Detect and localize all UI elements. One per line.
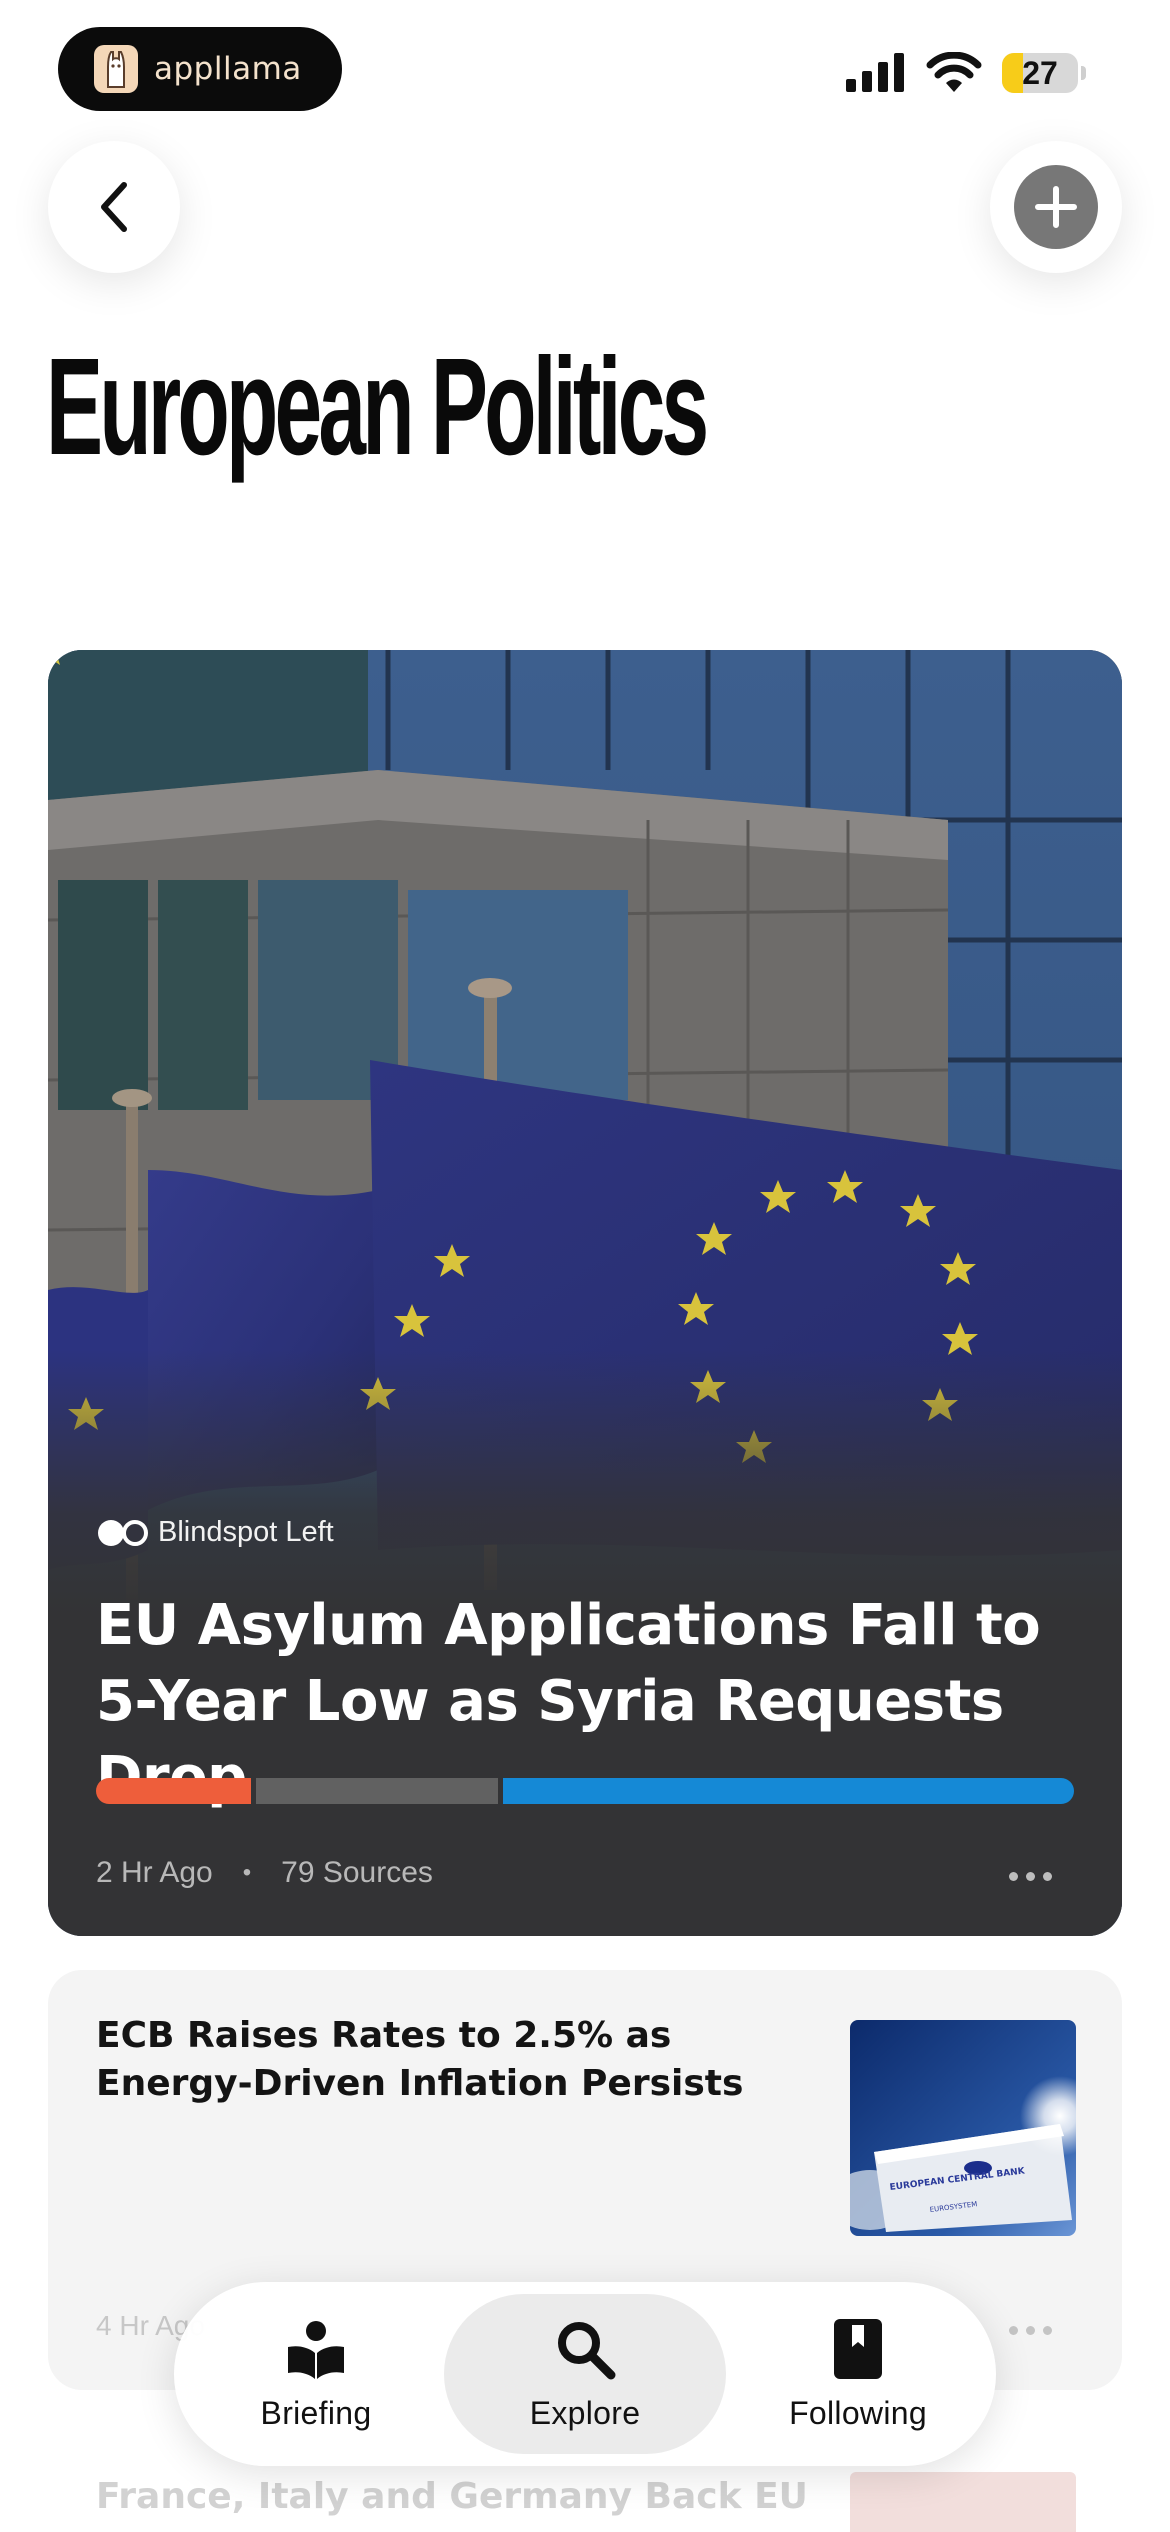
cellular-signal-icon — [846, 53, 904, 92]
story-headline[interactable]: ECB Raises Rates to 2.5% as Energy-Drive… — [96, 2012, 786, 2108]
bottom-tab-bar: Briefing Explore Following — [174, 2282, 996, 2466]
bias-distribution-bar — [96, 1778, 1074, 1804]
plus-icon — [1014, 165, 1098, 249]
tab-briefing[interactable]: Briefing — [200, 2294, 432, 2454]
add-topic-button[interactable] — [990, 141, 1122, 273]
more-horizontal-icon[interactable] — [1009, 1872, 1052, 1881]
wifi-icon — [926, 52, 982, 92]
hero-meta: 2 Hr Ago • 79 Sources — [96, 1856, 433, 1890]
more-horizontal-icon[interactable] — [1009, 2326, 1052, 2335]
app-brand-pill: appllama — [58, 27, 342, 111]
blindspot-tag[interactable]: Blindspot Left — [96, 1516, 334, 1549]
search-icon — [558, 2321, 616, 2379]
next-story-headline[interactable]: France, Italy and Germany Back EU — [96, 2476, 808, 2517]
status-indicators: 27 — [846, 52, 1086, 94]
bias-center-segment — [256, 1778, 498, 1804]
hero-sources[interactable]: 79 Sources — [281, 1856, 433, 1890]
next-story-thumbnail — [850, 2472, 1076, 2532]
page: appllama 27 European Politics Blindspot … — [0, 0, 1170, 2532]
blindspot-icon — [98, 1519, 148, 1546]
hero-story-card[interactable]: Blindspot Left EU Asylum Applications Fa… — [48, 650, 1122, 1936]
app-name: appllama — [154, 51, 302, 87]
bias-left-segment — [96, 1778, 251, 1804]
bias-right-segment — [503, 1778, 1074, 1804]
page-title: European Politics — [46, 330, 709, 484]
tab-following[interactable]: Following — [742, 2294, 974, 2454]
tab-label: Following — [789, 2394, 927, 2431]
chevron-left-icon — [101, 182, 127, 232]
blindspot-label: Blindspot Left — [158, 1516, 334, 1548]
battery-fill — [1002, 53, 1023, 93]
tab-explore[interactable]: Explore — [444, 2294, 726, 2454]
tab-label: Briefing — [260, 2394, 372, 2431]
llama-logo-icon — [94, 45, 138, 93]
battery-indicator: 27 — [1002, 53, 1078, 93]
book-reader-icon — [288, 2320, 344, 2379]
battery-level: 27 — [1022, 54, 1058, 91]
bookmark-icon — [834, 2318, 882, 2379]
back-button[interactable] — [48, 141, 180, 273]
meta-separator: • — [242, 1859, 252, 1886]
tab-label: Explore — [529, 2394, 641, 2431]
battery-icon: 27 — [1002, 53, 1086, 93]
story-thumbnail: EUROPEAN CENTRAL BANK EUROSYSTEM — [850, 2020, 1076, 2236]
hero-time: 2 Hr Ago — [96, 1856, 213, 1889]
